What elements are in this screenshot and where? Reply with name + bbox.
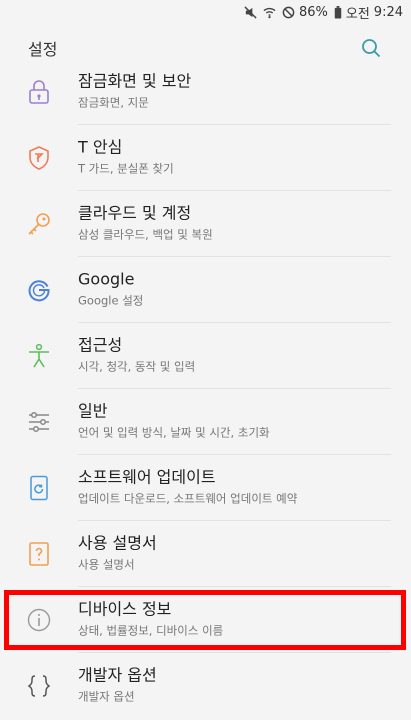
- item-subtitle: T 가드, 분실폰 찾기: [78, 161, 174, 176]
- item-title: 소프트웨어 업데이트: [78, 467, 216, 487]
- settings-list: 잠금화면 및 보안 잠금화면, 지문 T 안심 T 가드, 분실폰 찾기 클라우…: [0, 59, 411, 719]
- item-title: T 안심: [78, 137, 123, 157]
- info-icon: [24, 605, 54, 635]
- settings-item-accessibility[interactable]: 접근성 시각, 청각, 동작 및 입력: [0, 323, 411, 389]
- item-title: 잠금화면 및 보안: [78, 71, 192, 91]
- clock-time: 9:24: [373, 4, 403, 20]
- battery-percent: 86%: [298, 4, 328, 20]
- item-title: 일반: [78, 401, 108, 421]
- clock-ampm: 오전: [345, 6, 370, 22]
- item-title: 개발자 옵션: [78, 665, 157, 685]
- item-subtitle: 사용 설명서: [78, 557, 135, 572]
- settings-item-t-safety[interactable]: T 안심 T 가드, 분실폰 찾기: [0, 125, 411, 191]
- settings-item-lock-screen[interactable]: 잠금화면 및 보안 잠금화면, 지문: [0, 59, 411, 125]
- settings-item-developer-options[interactable]: 개발자 옵션 개발자 옵션: [0, 653, 411, 719]
- item-title: 사용 설명서: [78, 533, 157, 553]
- item-subtitle: 개발자 옵션: [78, 689, 135, 704]
- sliders-icon: [24, 407, 54, 437]
- item-subtitle: 삼성 클라우드, 백업 및 복원: [78, 227, 213, 242]
- accessibility-icon: [24, 341, 54, 371]
- item-title: 디바이스 정보: [78, 599, 172, 619]
- search-icon: [362, 39, 381, 58]
- shield-icon: [24, 143, 54, 173]
- item-subtitle: 시각, 청각, 동작 및 입력: [78, 359, 196, 374]
- settings-item-google[interactable]: Google Google 설정: [0, 257, 411, 323]
- lock-icon: [24, 77, 54, 107]
- google-icon: [24, 275, 54, 305]
- update-icon: [24, 473, 54, 503]
- item-title: Google: [78, 269, 135, 289]
- settings-item-software-update[interactable]: 소프트웨어 업데이트 업데이트 다운로드, 소프트웨어 업데이트 예약: [0, 455, 411, 521]
- wifi-icon: [263, 6, 276, 19]
- item-subtitle: 잠금화면, 지문: [78, 95, 149, 110]
- item-subtitle: 업데이트 다운로드, 소프트웨어 업데이트 예약: [78, 491, 298, 506]
- item-title: 접근성: [78, 335, 123, 355]
- braces-icon: [24, 671, 54, 701]
- item-subtitle: Google 설정: [78, 293, 144, 308]
- settings-item-user-manual[interactable]: 사용 설명서 사용 설명서: [0, 521, 411, 587]
- battery-icon: [334, 5, 342, 19]
- search-button[interactable]: [357, 34, 385, 62]
- settings-item-device-info[interactable]: 디바이스 정보 상태, 법률정보, 디바이스 이름: [0, 587, 411, 653]
- item-subtitle: 상태, 법률정보, 디바이스 이름: [78, 623, 224, 638]
- settings-item-general[interactable]: 일반 언어 및 입력 방식, 날짜 및 시간, 초기화: [0, 389, 411, 455]
- no-disturb-icon: [282, 6, 295, 19]
- page-title: 설정: [28, 40, 58, 59]
- status-bar: 86% 오전 9:24: [0, 0, 411, 24]
- key-icon: [24, 209, 54, 239]
- settings-item-cloud-accounts[interactable]: 클라우드 및 계정 삼성 클라우드, 백업 및 복원: [0, 191, 411, 257]
- item-subtitle: 언어 및 입력 방식, 날짜 및 시간, 초기화: [78, 425, 270, 440]
- manual-icon: [24, 539, 54, 569]
- mute-icon: [244, 5, 257, 19]
- item-title: 클라우드 및 계정: [78, 203, 192, 223]
